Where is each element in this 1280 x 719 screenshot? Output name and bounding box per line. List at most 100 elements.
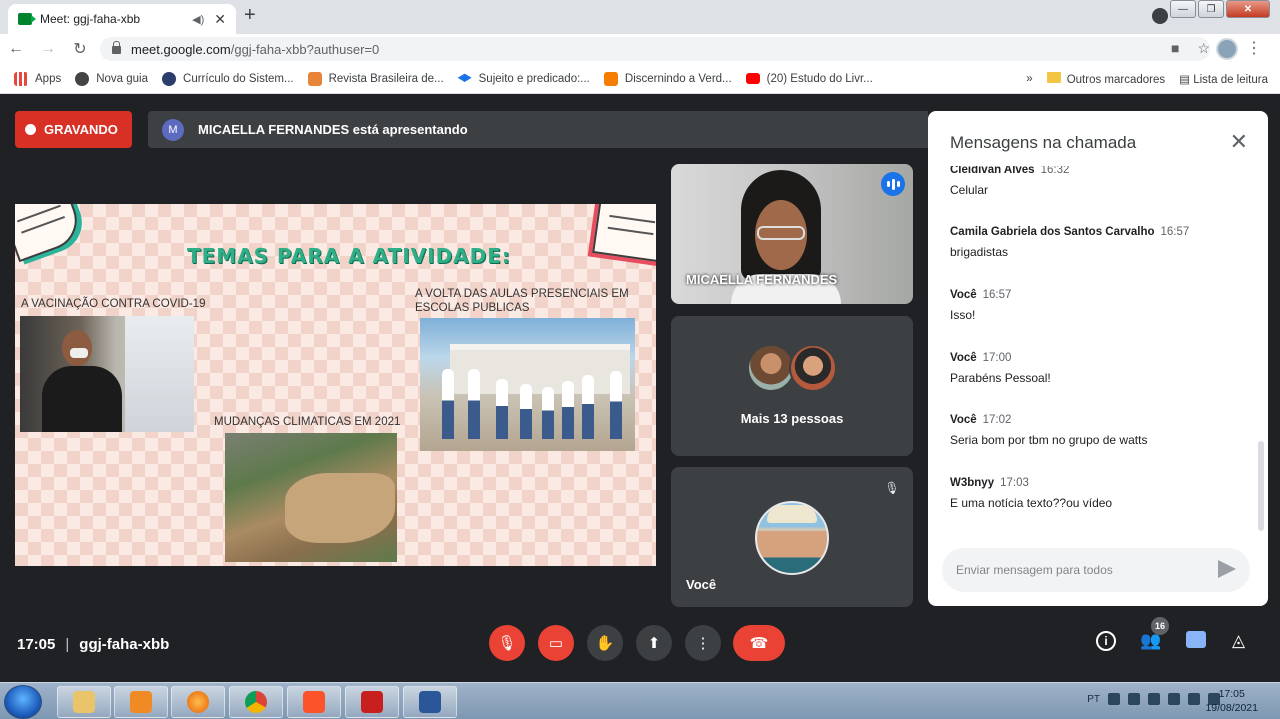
firefox-icon: [187, 691, 209, 713]
chat-message: Você 16:57 Isso!: [950, 289, 1012, 322]
bookmarks-right: » Outros marcadores ▤ Lista de leitura: [1026, 64, 1268, 94]
graduation-cap-icon: [457, 73, 472, 82]
bookmark-discernindo[interactable]: Discernindo a Verd...: [603, 71, 732, 86]
reload-icon[interactable]: ↻: [64, 39, 96, 59]
url-path: /ggj-faha-xbb?authuser=0: [230, 41, 380, 57]
slide-topic-vaccination: A VACINAÇÃO CONTRA COVID-19: [21, 298, 206, 310]
minimize-button[interactable]: —: [1170, 0, 1196, 18]
bookmark-revista[interactable]: Revista Brasileira de...: [307, 71, 444, 86]
slide-title: TEMAS PARA A ATIVIDADE:: [187, 244, 511, 268]
send-icon[interactable]: [1218, 560, 1236, 578]
camera-off-button[interactable]: ▭: [538, 625, 574, 661]
usb-icon[interactable]: [1168, 693, 1180, 705]
bookmark-apps[interactable]: Apps: [14, 71, 61, 86]
close-icon[interactable]: ✕: [1230, 129, 1248, 155]
bluetooth-icon[interactable]: [1128, 693, 1140, 705]
clock-time: 17:05: [1218, 688, 1245, 700]
lock-icon: [112, 41, 121, 54]
bookmark-nova-guia[interactable]: Nova guia: [75, 71, 148, 86]
participant-avatar: [789, 344, 837, 392]
hang-up-icon: ☎: [749, 635, 769, 652]
omnibox-actions: ■ ☆: [1171, 40, 1210, 57]
taskbar-acrobat[interactable]: [345, 686, 399, 718]
word-icon: [419, 691, 441, 713]
meet-stage: GRAVANDO M MICAELLA FERNANDES está apres…: [0, 95, 1280, 682]
leave-call-button[interactable]: ☎: [733, 625, 785, 661]
recording-indicator[interactable]: GRAVANDO: [15, 111, 132, 148]
tab-audio-icon[interactable]: ◀): [192, 13, 204, 26]
taskbar-media[interactable]: [114, 686, 168, 718]
maximize-button[interactable]: ❐: [1198, 0, 1224, 18]
system-tray: PT: [1087, 693, 1220, 705]
bookmark-sujeito[interactable]: Sujeito e predicado:...: [457, 72, 590, 86]
system-clock[interactable]: 17:05 19/08/2021: [1205, 687, 1258, 715]
bookmark-star-icon[interactable]: ☆: [1197, 40, 1210, 57]
more-people-label: Mais 13 pessoas: [740, 411, 844, 426]
chrome-profile-icon[interactable]: [1152, 8, 1168, 24]
chat-message-input[interactable]: [956, 563, 1206, 577]
bookmark-curriculo[interactable]: Currículo do Sistem...: [162, 71, 294, 86]
acrobat-icon: [361, 691, 383, 713]
forward-arrow-icon[interactable]: →: [32, 40, 64, 58]
browser-tab-meet[interactable]: Meet: ggj-faha-xbb ◀) ✕: [8, 4, 236, 34]
network-icon[interactable]: [1188, 693, 1200, 705]
taskbar-brave[interactable]: [287, 686, 341, 718]
mic-off-icon: 🎙: [497, 635, 517, 652]
bookmark-estudo[interactable]: (20) Estudo do Livr...: [745, 73, 873, 85]
hand-icon: ✋: [595, 635, 615, 652]
present-screen-button[interactable]: ⬆: [636, 625, 672, 661]
meet-favicon-icon: [18, 13, 36, 25]
presenter-avatar: M: [162, 118, 184, 141]
landslide-photo: [225, 433, 397, 562]
address-bar[interactable]: meet.google.com/ggj-faha-xbb?authuser=0: [100, 37, 1210, 61]
blogger-icon: [603, 71, 618, 86]
reading-list-button[interactable]: ▤ Lista de leitura: [1179, 72, 1268, 86]
chat-message: Você 17:00 Parabéns Pessoal!: [950, 352, 1051, 385]
chrome-menu-icon[interactable]: ⋮: [1246, 38, 1262, 58]
mic-muted-icon: 🎙: [881, 477, 903, 499]
participant-tile-self[interactable]: 🎙 Você: [671, 467, 913, 607]
windows-start-button[interactable]: [4, 685, 42, 719]
security-icon[interactable]: [1148, 693, 1160, 705]
folder-icon: [1046, 72, 1061, 83]
more-options-button[interactable]: ⋮: [685, 625, 721, 661]
brave-icon: [303, 691, 325, 713]
chat-panel: Mensagens na chamada ✕ Cleidivan Alves 16…: [928, 111, 1268, 606]
profile-avatar[interactable]: [1216, 38, 1238, 60]
mic-off-button[interactable]: 🎙: [489, 625, 525, 661]
taskbar-chrome[interactable]: [229, 686, 283, 718]
new-tab-button[interactable]: +: [244, 4, 256, 27]
participant-tile-others[interactable]: Mais 13 pessoas: [671, 316, 913, 456]
tab-close-icon[interactable]: ✕: [214, 11, 226, 28]
camera-in-use-icon[interactable]: ■: [1171, 40, 1179, 57]
bookmarks-bar: Apps Nova guia Currículo do Sistem... Re…: [0, 64, 1280, 94]
info-icon: i: [1104, 634, 1108, 648]
more-bookmarks-button[interactable]: »: [1026, 73, 1032, 85]
taskbar-word[interactable]: [403, 686, 457, 718]
present-icon: ⬆: [647, 635, 661, 652]
meeting-time: 17:05: [17, 636, 56, 653]
chat-messages[interactable]: Cleidivan Alves 16:32 Celular Camila Gabr…: [950, 166, 1250, 546]
chat-button[interactable]: [1186, 631, 1206, 648]
taskbar-explorer[interactable]: [57, 686, 111, 718]
participant-tile-presenter[interactable]: MICAELLA FERNANDES: [671, 164, 913, 304]
sjr-icon: [307, 71, 322, 86]
language-indicator[interactable]: PT: [1087, 694, 1100, 705]
meeting-info-button[interactable]: i: [1096, 631, 1116, 651]
chat-scrollbar[interactable]: [1258, 441, 1264, 531]
back-arrow-icon[interactable]: ←: [0, 40, 32, 58]
activities-button[interactable]: ◬: [1232, 631, 1245, 651]
close-window-button[interactable]: ✕: [1226, 0, 1270, 18]
tray-app-icon[interactable]: [1108, 693, 1120, 705]
windows-taskbar: PT 17:05 19/08/2021: [0, 682, 1280, 719]
other-bookmarks-folder[interactable]: Outros marcadores: [1046, 72, 1165, 86]
taskbar-firefox[interactable]: [171, 686, 225, 718]
chat-message: Você 17:02 Seria bom por tbm no grupo de …: [950, 414, 1148, 447]
slide-topic-school-return: A VOLTA DAS AULAS PRESENCIAIS EM ESCOLAS…: [415, 288, 629, 314]
meeting-code: ggj-faha-xbb: [79, 636, 170, 653]
presenting-banner: M MICAELLA FERNANDES está apresentando: [148, 111, 928, 148]
vaccination-photo: [20, 316, 194, 432]
raise-hand-button[interactable]: ✋: [587, 625, 623, 661]
browser-toolbar: ← → ↻ meet.google.com/ggj-faha-xbb?authu…: [0, 34, 1280, 64]
students-walking-photo: [420, 318, 635, 451]
